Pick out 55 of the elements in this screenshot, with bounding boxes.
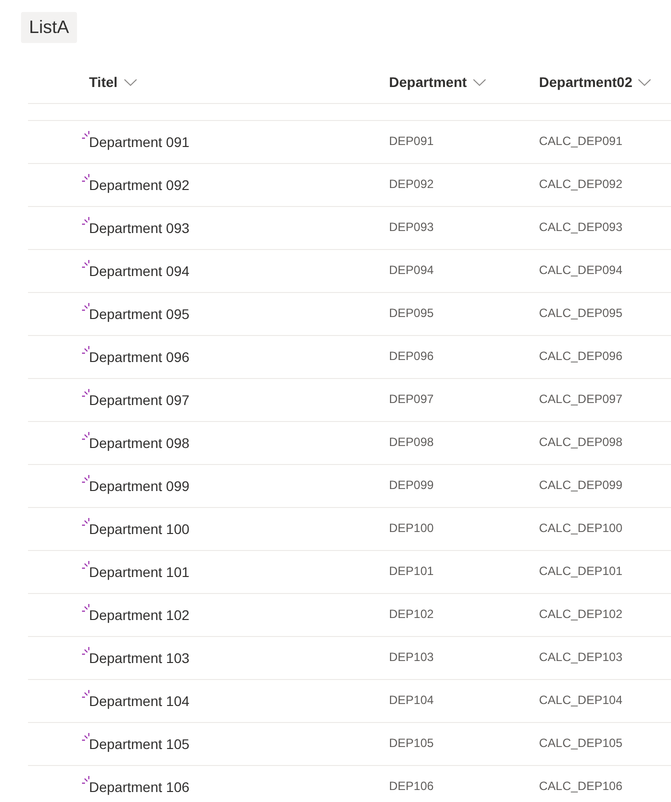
- title-cell-text: Department 103: [89, 649, 190, 668]
- title-cell-text: Department 096: [89, 348, 190, 367]
- table-cell: DEP095: [389, 305, 434, 321]
- title-cell-text: Department 098: [89, 434, 190, 453]
- title-cell-text: Department 101: [89, 563, 190, 582]
- table-cell: CALC_DEP093: [539, 219, 622, 235]
- title-cell-text: Department 092: [89, 176, 190, 195]
- table-cell: DEP093: [389, 219, 434, 235]
- list-title[interactable]: ListA: [21, 12, 78, 43]
- table-cell: DEP096: [389, 348, 434, 364]
- chevron-down-icon: [124, 79, 137, 86]
- table-cell: DEP100: [389, 520, 434, 536]
- title-cell-text: Department 097: [89, 391, 190, 410]
- table-cell: DEP098: [389, 434, 434, 450]
- table-cell: CALC_DEP106: [539, 778, 622, 794]
- title-cell-text: Department 106: [89, 778, 190, 797]
- title-cell-text: Department 095: [89, 305, 190, 324]
- column-header[interactable]: Department02: [539, 72, 652, 93]
- table-cell: CALC_DEP096: [539, 348, 622, 364]
- column-header[interactable]: Department: [389, 72, 486, 93]
- table-cell: DEP101: [389, 563, 434, 579]
- table-cell: CALC_DEP091: [539, 133, 622, 149]
- table-cell: CALC_DEP100: [539, 520, 622, 536]
- table-cell: CALC_DEP105: [539, 735, 622, 751]
- table-cell: CALC_DEP104: [539, 692, 622, 708]
- table-cell: CALC_DEP095: [539, 305, 622, 321]
- table-cell: CALC_DEP092: [539, 176, 622, 192]
- column-header[interactable]: Titel: [89, 72, 137, 93]
- table-cell: CALC_DEP102: [539, 606, 622, 622]
- table-cell: DEP092: [389, 176, 434, 192]
- table-cell: DEP094: [389, 262, 434, 278]
- table-cell: DEP102: [389, 606, 434, 622]
- title-cell-text: Department 105: [89, 735, 190, 754]
- title-cell-text: Department 093: [89, 219, 190, 238]
- title-cell-text: Department 091: [89, 133, 190, 152]
- table-cell: CALC_DEP098: [539, 434, 622, 450]
- title-cell-text: Department 102: [89, 606, 190, 625]
- table-cell: CALC_DEP103: [539, 649, 622, 665]
- title-cell-text: Department 099: [89, 477, 190, 496]
- table-cell: CALC_DEP097: [539, 391, 622, 407]
- table-cell: CALC_DEP101: [539, 563, 622, 579]
- table-cell: CALC_DEP094: [539, 262, 622, 278]
- table-cell: DEP105: [389, 735, 434, 751]
- table-cell: DEP097: [389, 391, 434, 407]
- title-cell-text: Department 094: [89, 262, 190, 281]
- table-cell: DEP104: [389, 692, 434, 708]
- table-cell: DEP106: [389, 778, 434, 794]
- chevron-down-icon: [472, 79, 486, 86]
- table-cell: DEP091: [389, 133, 434, 149]
- table-cell: DEP099: [389, 477, 434, 493]
- chevron-down-icon: [638, 79, 652, 86]
- title-cell-text: Department 100: [89, 520, 190, 539]
- table-cell: DEP103: [389, 649, 434, 665]
- title-cell-text: Department 104: [89, 692, 190, 711]
- table-cell: CALC_DEP099: [539, 477, 622, 493]
